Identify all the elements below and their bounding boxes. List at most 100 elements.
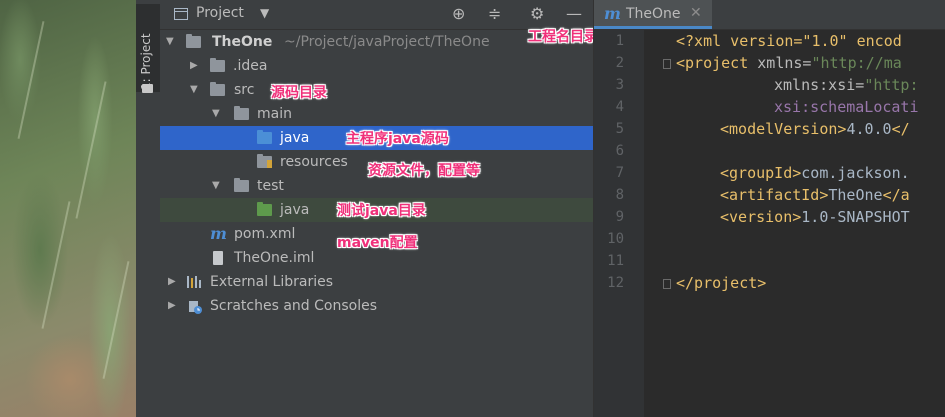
external-libraries-label: External Libraries (210, 274, 333, 290)
collapsed-arrow-icon[interactable]: ▶ (168, 294, 176, 318)
main-folder-name: main (257, 106, 292, 122)
project-tool-tab[interactable]: 1: Project (136, 4, 160, 93)
line-number: 12 (607, 275, 624, 291)
collapse-icon[interactable]: ≑ (488, 4, 501, 24)
schema-location-attr: xsi:schemaLocati (774, 98, 919, 116)
main-java-folder-name: java (280, 130, 310, 146)
code-line-8: <artifactId>TheOne</a (720, 184, 910, 206)
pom-file-name: pom.xml (234, 226, 296, 242)
desktop-background-photo (0, 0, 136, 417)
code-line-1: <?xml version="1.0" encod (676, 30, 902, 52)
line-number: 7 (615, 165, 624, 181)
xmlns-attr: xmlns= (748, 54, 812, 72)
tree-row-main[interactable]: ▼ main (160, 102, 593, 126)
gear-icon[interactable]: ⚙ (530, 4, 544, 24)
code-line-3: xmlns:xsi="http: (774, 74, 919, 96)
editor-area: m TheOne ✕ 1 2 3 4 5 6 7 8 9 10 11 12 <?… (593, 0, 945, 417)
test-java-folder-name: java (280, 202, 310, 218)
maven-icon: m (604, 4, 621, 23)
expanded-arrow-icon[interactable]: ▼ (190, 78, 198, 102)
project-close-tag: </project> (676, 274, 767, 292)
idea-folder-name: .idea (233, 58, 268, 74)
fold-marker-icon[interactable] (663, 279, 671, 289)
tree-row-src[interactable]: ▼ src (160, 78, 593, 102)
project-tool-tab-label: 1: Project (139, 33, 153, 90)
code-line-12: </project> (676, 272, 766, 294)
iml-file-name: TheOne.iml (234, 250, 315, 266)
folder-icon (234, 178, 249, 192)
line-number-gutter: 1 2 3 4 5 6 7 8 9 10 11 12 (594, 30, 644, 417)
resources-folder-name: resources (280, 154, 348, 170)
tree-row-external-libraries[interactable]: ▶ External Libraries (160, 270, 593, 294)
model-version-close: </ (891, 120, 910, 138)
folder-icon (234, 106, 249, 120)
annotation-test-java: 测试java目录 (337, 203, 426, 219)
tool-window-strip: 1: Project (136, 0, 161, 417)
annotation-resources: 资源文件，配置等 (368, 163, 480, 179)
line-number: 9 (615, 209, 624, 225)
line-number: 4 (615, 99, 624, 115)
iml-file-icon (213, 251, 223, 265)
resources-folder-icon (257, 154, 272, 168)
dropdown-caret-icon[interactable]: ▼ (260, 6, 269, 20)
editor-tab-title: TheOne (626, 6, 681, 22)
root-folder-name: TheOne (212, 34, 273, 50)
close-icon[interactable]: ✕ (690, 5, 702, 21)
artifact-id-open: <artifactId> (720, 186, 829, 204)
src-folder-name: src (234, 82, 255, 98)
test-source-folder-icon (257, 202, 272, 216)
scratches-icon (188, 299, 202, 314)
xml-declaration: <?xml version="1.0" encod (676, 32, 902, 50)
expanded-arrow-icon[interactable]: ▼ (212, 174, 220, 198)
test-folder-name: test (257, 178, 284, 194)
expanded-arrow-icon[interactable]: ▼ (166, 30, 174, 54)
annotation-pom: maven配置 (337, 235, 418, 251)
minimize-icon[interactable]: — (566, 4, 582, 24)
code-line-4: xsi:schemaLocati (774, 96, 919, 118)
collapsed-arrow-icon[interactable]: ▶ (168, 270, 176, 294)
code-line-7: <groupId>com.jackson. (720, 162, 910, 184)
project-open-tag: <project (676, 54, 749, 72)
tree-row-idea[interactable]: ▶ .idea (160, 54, 593, 78)
group-id-value: com.jackson. (801, 164, 910, 182)
source-folder-icon (257, 130, 272, 144)
root-folder-path: ~/Project/javaProject/TheOne (284, 34, 490, 50)
editor-tab-theone[interactable]: m TheOne ✕ (594, 0, 712, 29)
line-number: 1 (615, 33, 624, 49)
locate-icon[interactable]: ⊕ (452, 4, 465, 24)
code-line-9: <version>1.0-SNAPSHOT (720, 206, 910, 228)
line-number: 2 (615, 55, 624, 71)
group-id-open: <groupId> (720, 164, 802, 182)
expanded-arrow-icon[interactable]: ▼ (212, 102, 220, 126)
active-tab-indicator (594, 26, 712, 29)
editor-tab-bar: m TheOne ✕ (594, 0, 945, 30)
project-view-title[interactable]: Project (196, 5, 244, 21)
code-line-2: <project xmlns="http://ma (676, 52, 902, 74)
annotation-project-dir: 工程名目录 (528, 29, 598, 45)
artifact-id-value: TheOne (828, 186, 883, 204)
xmlns-xsi-attr: xmlns:xsi= (774, 76, 865, 94)
maven-icon: m (210, 224, 227, 243)
folder-icon (210, 82, 225, 96)
folder-icon (210, 58, 225, 72)
collapsed-arrow-icon[interactable]: ▶ (190, 54, 198, 78)
scratches-label: Scratches and Consoles (210, 298, 377, 314)
libraries-icon (187, 276, 202, 288)
version-value: 1.0-SNAPSHOT (801, 208, 910, 226)
line-number: 8 (615, 187, 624, 203)
project-view-icon (174, 8, 188, 20)
module-folder-icon (186, 34, 201, 48)
fold-marker-icon[interactable] (663, 59, 671, 69)
line-number: 3 (615, 77, 624, 93)
model-version-open: <modelVersion> (720, 120, 847, 138)
version-open: <version> (720, 208, 802, 226)
line-number: 11 (607, 253, 624, 269)
tree-row-scratches[interactable]: ▶ Scratches and Consoles (160, 294, 593, 318)
xmlns-xsi-value: "http: (864, 76, 919, 94)
annotation-main-java: 主程序java源码 (346, 131, 449, 147)
artifact-id-close: </a (882, 186, 910, 204)
line-number: 5 (615, 121, 624, 137)
model-version-value: 4.0.0 (846, 120, 892, 138)
line-number: 10 (607, 231, 624, 247)
annotation-src-dir: 源码目录 (271, 85, 327, 101)
